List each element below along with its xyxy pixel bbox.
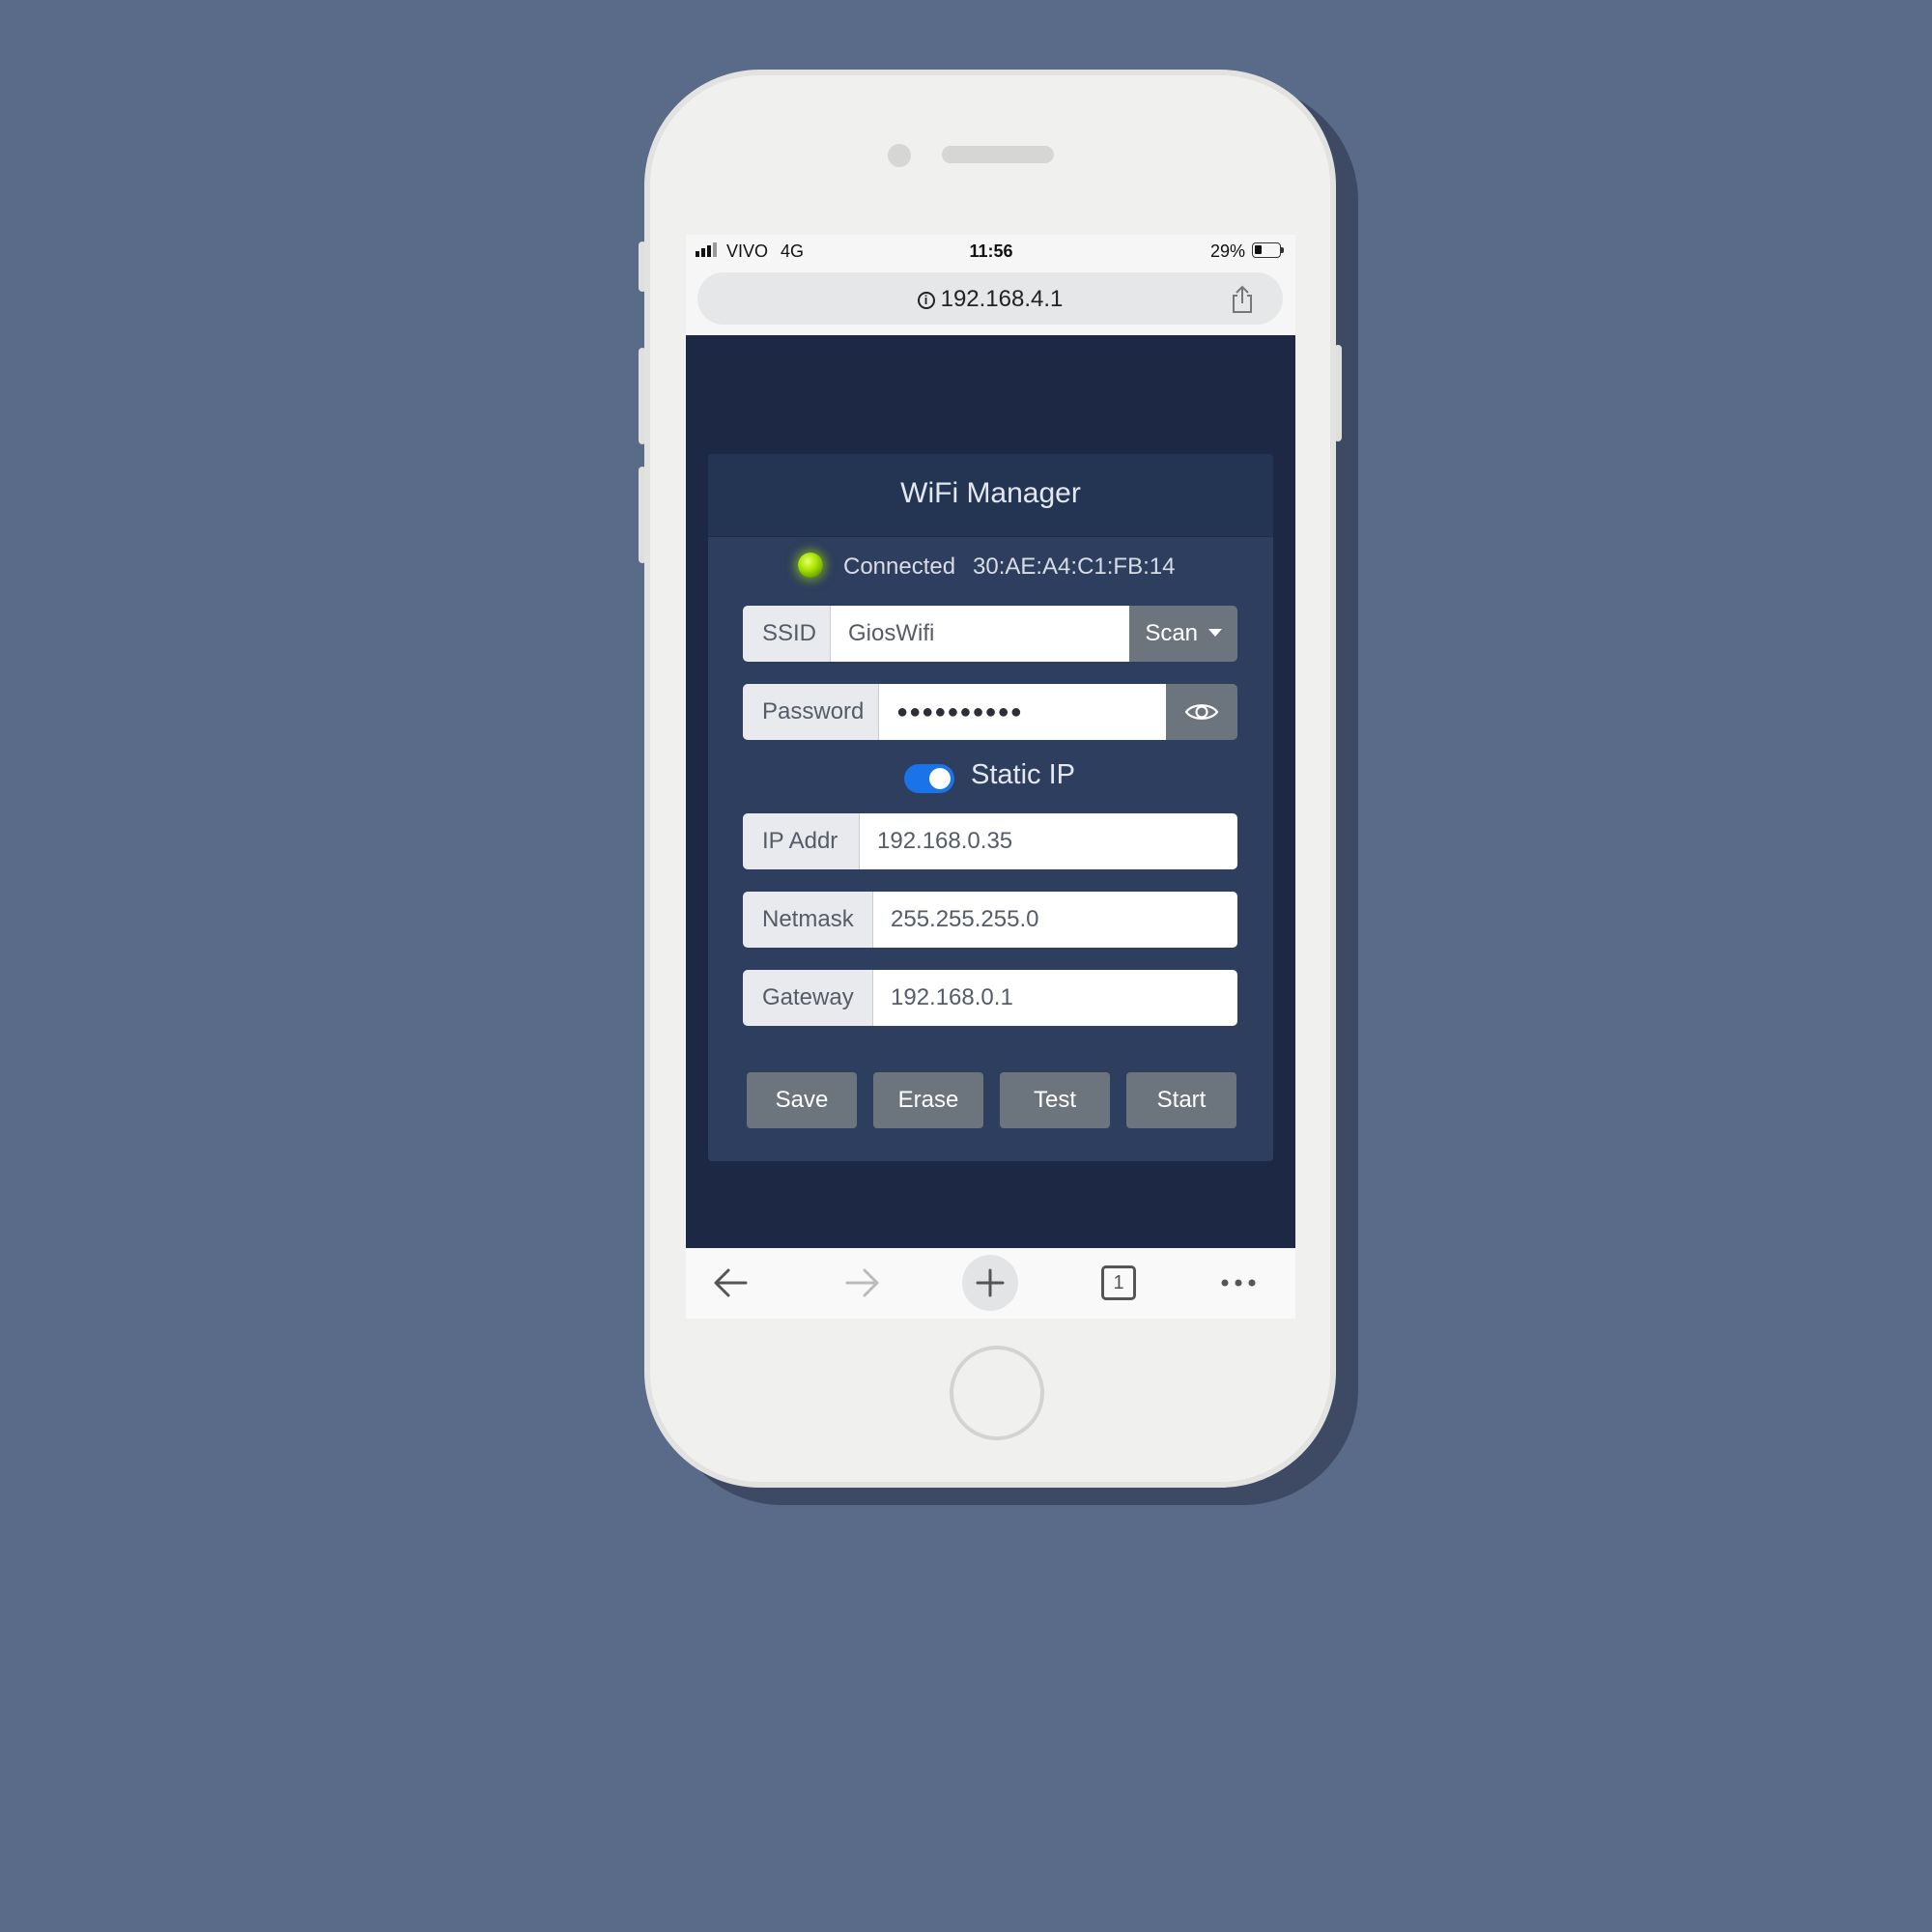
url-text: 192.168.4.1	[940, 286, 1064, 312]
home-button[interactable]	[950, 1346, 1044, 1440]
netmask-input[interactable]: 255.255.255.0	[873, 892, 1237, 948]
browser-toolbar: 1	[686, 1248, 1295, 1319]
front-camera	[888, 144, 911, 167]
eye-icon	[1184, 704, 1219, 720]
new-tab-button[interactable]	[962, 1255, 1018, 1311]
page-title: WiFi Manager	[900, 477, 1081, 509]
clock: 11:56	[969, 242, 1013, 261]
gateway-input[interactable]: 192.168.0.1	[873, 970, 1237, 1026]
gateway-label: Gateway	[743, 970, 873, 1026]
connection-status: Connected	[843, 554, 956, 580]
netmask-label: Netmask	[743, 892, 873, 948]
password-input-group: Password ●●●●●●●●●●	[743, 684, 1237, 740]
info-icon[interactable]: i	[917, 292, 935, 309]
switch-knob	[929, 768, 951, 789]
earpiece-speaker	[942, 146, 1054, 163]
toggle-password-visibility-button[interactable]	[1166, 684, 1237, 740]
url-display: i 192.168.4.1	[697, 286, 1283, 313]
wifi-manager-card: WiFi Manager Connected 30:AE:A4:C1:FB:14…	[708, 454, 1273, 1161]
static-ip-switch[interactable]	[904, 764, 954, 793]
ssid-input-group: SSID GiosWifi Scan	[743, 606, 1237, 662]
save-button[interactable]: Save	[747, 1072, 857, 1128]
ip-addr-label: IP Addr	[743, 813, 860, 869]
password-label: Password	[743, 684, 879, 740]
more-icon[interactable]	[1213, 1258, 1264, 1308]
battery-percent: 29%	[1210, 242, 1246, 261]
ssid-label: SSID	[743, 606, 831, 662]
scan-label: Scan	[1145, 620, 1199, 646]
status-bar: VIVO 4G 11:56 29%	[686, 235, 1295, 268]
password-input[interactable]: ●●●●●●●●●●	[879, 684, 1166, 740]
phone-screen: VIVO 4G 11:56 29% i 192.168.4.1 WiFi Mana…	[686, 235, 1295, 1319]
erase-button[interactable]: Erase	[873, 1072, 983, 1128]
start-button[interactable]: Start	[1126, 1072, 1236, 1128]
back-arrow-icon[interactable]	[707, 1258, 757, 1308]
connection-led-icon	[798, 553, 823, 578]
carrier-label: VIVO	[726, 242, 769, 261]
ip-addr-input[interactable]: 192.168.0.35	[860, 813, 1237, 869]
ip-addr-input-group: IP Addr 192.168.0.35	[743, 813, 1237, 869]
signal-icon	[696, 235, 721, 268]
mac-address: 30:AE:A4:C1:FB:14	[973, 554, 1176, 580]
tabs-icon[interactable]: 1	[1101, 1265, 1136, 1300]
card-header: WiFi Manager	[708, 454, 1273, 537]
forward-arrow-icon[interactable]	[836, 1258, 886, 1308]
ssid-input[interactable]: GiosWifi	[831, 606, 1129, 662]
gateway-input-group: Gateway 192.168.0.1	[743, 970, 1237, 1026]
tab-count: 1	[1113, 1272, 1124, 1293]
netmask-input-group: Netmask 255.255.255.0	[743, 892, 1237, 948]
caret-down-icon	[1208, 629, 1222, 637]
battery-icon	[1252, 242, 1284, 258]
share-icon[interactable]	[1229, 285, 1256, 314]
static-ip-label[interactable]: Static IP	[971, 759, 1075, 791]
plus-icon	[976, 1268, 1005, 1297]
browser-address-area: i 192.168.4.1	[686, 268, 1295, 335]
network-label: 4G	[781, 242, 805, 261]
scan-button[interactable]: Scan	[1129, 606, 1237, 662]
test-button[interactable]: Test	[1000, 1072, 1110, 1128]
address-bar[interactable]: i 192.168.4.1	[697, 272, 1283, 325]
